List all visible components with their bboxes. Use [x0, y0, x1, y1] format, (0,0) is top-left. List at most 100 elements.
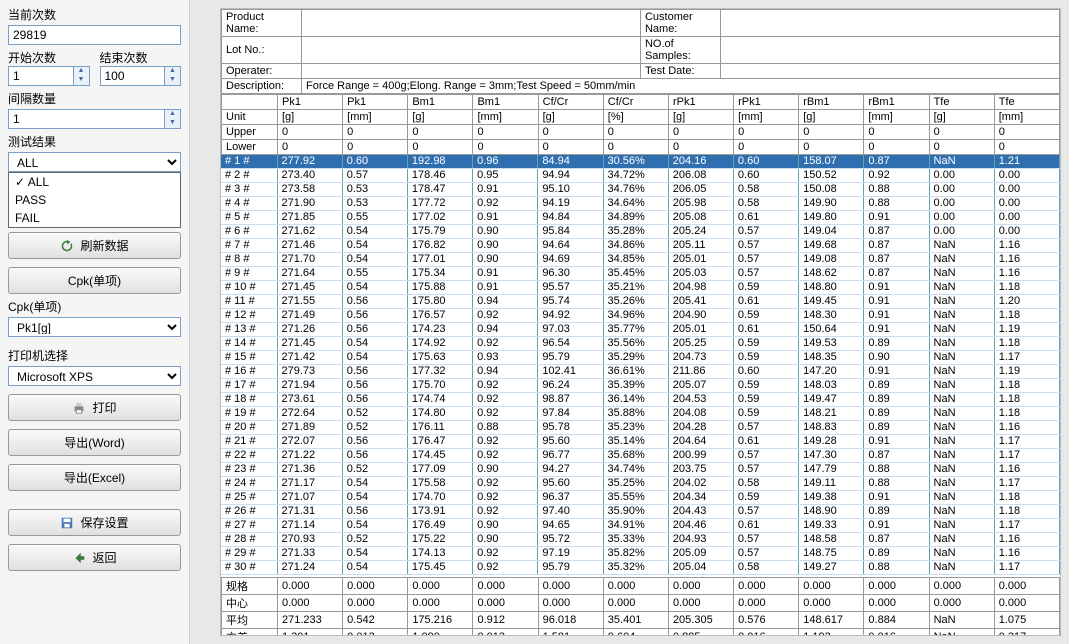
- data-cell: 1.17: [994, 477, 1059, 491]
- interval-down[interactable]: ▼: [165, 119, 180, 128]
- table-row[interactable]: # 7 #271.460.54176.820.9094.6434.86%205.…: [221, 239, 1060, 253]
- print-label: 打印: [92, 399, 116, 416]
- table-row[interactable]: # 6 #271.620.54175.790.9095.8435.28%205.…: [221, 225, 1060, 239]
- end-count-down[interactable]: ▼: [165, 76, 180, 85]
- table-row[interactable]: # 16 #279.730.56177.320.94102.4136.61%21…: [221, 365, 1060, 379]
- stats-cell: 0.895: [668, 629, 733, 637]
- table-row[interactable]: # 15 #271.420.54175.630.9395.7935.29%204…: [221, 351, 1060, 365]
- data-table[interactable]: # 1 #277.920.60192.980.9684.9430.56%204.…: [221, 155, 1060, 575]
- table-row[interactable]: # 21 #272.070.56176.470.9295.6035.14%204…: [221, 435, 1060, 449]
- stats-cell: 1.075: [994, 612, 1059, 629]
- table-row[interactable]: # 2 #273.400.57178.460.9594.9434.72%206.…: [221, 169, 1060, 183]
- data-cell: 176.49: [407, 519, 472, 533]
- data-cell: 147.20: [799, 365, 864, 379]
- table-row[interactable]: # 4 #271.900.53177.720.9294.1934.64%205.…: [221, 197, 1060, 211]
- table-row[interactable]: # 28 #270.930.52175.220.9095.7235.33%204…: [221, 533, 1060, 547]
- data-cell: 35.55%: [603, 491, 668, 505]
- end-count-up[interactable]: ▲: [165, 67, 180, 76]
- table-row[interactable]: # 30 #271.240.54175.450.9295.7935.32%205…: [221, 561, 1060, 575]
- data-cell: 0.54: [342, 239, 407, 253]
- table-row[interactable]: # 9 #271.640.55175.340.9196.3035.45%205.…: [221, 267, 1060, 281]
- table-row[interactable]: # 24 #271.170.54175.580.9295.6035.25%204…: [221, 477, 1060, 491]
- no-samples-label: NO.of Samples:: [640, 37, 720, 64]
- data-cell: 0.57: [733, 463, 798, 477]
- table-row[interactable]: # 1 #277.920.60192.980.9684.9430.56%204.…: [221, 155, 1060, 169]
- data-cell: 98.87: [538, 393, 603, 407]
- table-row[interactable]: # 27 #271.140.54176.490.9094.6534.91%204…: [221, 519, 1060, 533]
- start-count-up[interactable]: ▲: [74, 67, 89, 76]
- header-cell: Pk1: [343, 95, 408, 110]
- data-cell: 271.33: [277, 547, 342, 561]
- table-row[interactable]: # 8 #271.700.54177.010.9094.6934.85%205.…: [221, 253, 1060, 267]
- product-name-label: Product Name:: [222, 10, 302, 37]
- data-cell: 148.21: [799, 407, 864, 421]
- save-settings-button[interactable]: 保存设置: [8, 509, 181, 536]
- data-cell: 95.74: [538, 295, 603, 309]
- main-panel: Product Name: Customer Name: Lot No.: NO…: [190, 0, 1069, 644]
- print-button[interactable]: 打印: [8, 394, 181, 421]
- header-cell: Bm1: [408, 95, 473, 110]
- current-count-input[interactable]: [8, 25, 181, 45]
- data-cell: 177.02: [407, 211, 472, 225]
- table-row[interactable]: # 18 #273.610.56174.740.9298.8736.14%204…: [221, 393, 1060, 407]
- end-count-input[interactable]: [100, 66, 166, 86]
- table-row[interactable]: # 23 #271.360.52177.090.9094.2734.74%203…: [221, 463, 1060, 477]
- table-row[interactable]: # 10 #271.450.54175.880.9195.5735.21%204…: [221, 281, 1060, 295]
- printer-select[interactable]: Microsoft XPS: [8, 366, 181, 386]
- data-cell: 0.54: [342, 253, 407, 267]
- data-cell: 0.88: [864, 561, 929, 575]
- data-cell: 277.92: [277, 155, 342, 169]
- data-cell: NaN: [929, 393, 994, 407]
- start-count-down[interactable]: ▼: [74, 76, 89, 85]
- table-row[interactable]: # 14 #271.450.54174.920.9296.5435.56%205…: [221, 337, 1060, 351]
- table-row[interactable]: # 26 #271.310.56173.910.9297.4035.90%204…: [221, 505, 1060, 519]
- start-count-input[interactable]: [8, 66, 74, 86]
- data-cell: 0.57: [733, 533, 798, 547]
- data-cell: 0.91: [864, 211, 929, 225]
- data-cell: 34.85%: [603, 253, 668, 267]
- table-row[interactable]: # 12 #271.490.56176.570.9294.9234.96%204…: [221, 309, 1060, 323]
- data-cell: # 17 #: [221, 379, 277, 393]
- export-excel-button[interactable]: 导出(Excel): [8, 464, 181, 491]
- export-word-button[interactable]: 导出(Word): [8, 429, 181, 456]
- data-cell: 174.45: [407, 449, 472, 463]
- table-row[interactable]: # 13 #271.260.56174.230.9497.0335.77%205…: [221, 323, 1060, 337]
- refresh-icon: [60, 239, 74, 253]
- table-row[interactable]: # 17 #271.940.56175.700.9296.2435.39%205…: [221, 379, 1060, 393]
- table-row[interactable]: # 22 #271.220.56174.450.9296.7735.68%200…: [221, 449, 1060, 463]
- table-row[interactable]: # 5 #271.850.55177.020.9194.8434.89%205.…: [221, 211, 1060, 225]
- data-cell: 0.88: [473, 421, 538, 435]
- interval-up[interactable]: ▲: [165, 110, 180, 119]
- header-cell: rPk1: [668, 95, 733, 110]
- data-cell: 96.77: [538, 449, 603, 463]
- data-cell: 0.57: [733, 547, 798, 561]
- table-row[interactable]: # 20 #271.890.52176.110.8895.7835.23%204…: [221, 421, 1060, 435]
- data-cell: NaN: [929, 351, 994, 365]
- result-option-fail[interactable]: FAIL: [9, 209, 180, 227]
- data-cell: 271.70: [277, 253, 342, 267]
- table-row[interactable]: # 19 #272.640.52174.800.9297.8435.88%204…: [221, 407, 1060, 421]
- stats-cell: 中心: [222, 595, 278, 612]
- data-cell: # 26 #: [221, 505, 277, 519]
- table-row[interactable]: # 25 #271.070.54174.700.9296.3735.55%204…: [221, 491, 1060, 505]
- result-select[interactable]: ALL: [8, 152, 181, 172]
- stats-cell: 1.090: [408, 629, 473, 637]
- data-cell: 204.73: [668, 351, 733, 365]
- table-row[interactable]: # 11 #271.550.56175.800.9495.7435.26%205…: [221, 295, 1060, 309]
- refresh-button[interactable]: 刷新数据: [8, 232, 181, 259]
- interval-label: 间隔数量: [8, 90, 181, 107]
- data-cell: 97.19: [538, 547, 603, 561]
- data-cell: 192.98: [407, 155, 472, 169]
- data-cell: 35.14%: [603, 435, 668, 449]
- back-button[interactable]: 返回: [8, 544, 181, 571]
- result-option-pass[interactable]: PASS: [9, 191, 180, 209]
- table-row[interactable]: # 29 #271.330.54174.130.9297.1935.82%205…: [221, 547, 1060, 561]
- data-cell: 102.41: [538, 365, 603, 379]
- cpk-item-select[interactable]: Pk1[g]: [8, 317, 181, 337]
- data-cell: 0.57: [733, 505, 798, 519]
- table-row[interactable]: # 3 #273.580.53178.470.9195.1034.76%206.…: [221, 183, 1060, 197]
- result-option-all[interactable]: ALL: [9, 173, 180, 191]
- interval-input[interactable]: [8, 109, 165, 129]
- cpk-single-button[interactable]: Cpk(单项): [8, 267, 181, 294]
- data-cell: 0.55: [342, 211, 407, 225]
